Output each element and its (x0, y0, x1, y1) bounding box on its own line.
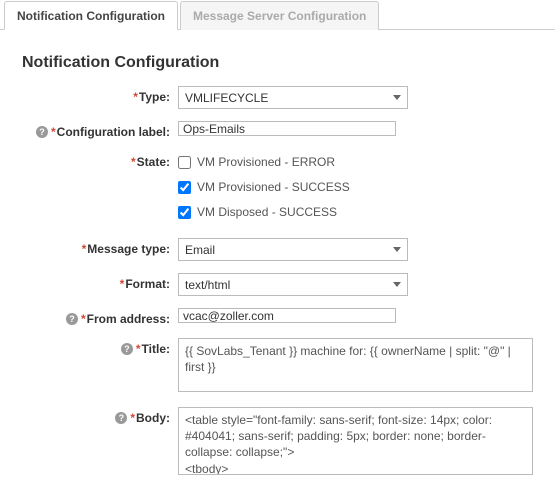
help-icon[interactable]: ? (121, 343, 133, 355)
section-title: Notification Configuration (22, 54, 533, 72)
label-state: *State: (22, 151, 178, 169)
body-textarea[interactable] (178, 407, 533, 475)
tab-bar: Notification Configuration Message Serve… (0, 0, 555, 30)
from-address-input[interactable] (178, 308, 396, 323)
title-textarea[interactable] (178, 338, 533, 392)
label-body: ?*Body: (22, 407, 178, 425)
state-option-label: VM Provisioned - ERROR (197, 155, 335, 169)
tab-message-server-configuration[interactable]: Message Server Configuration (180, 1, 379, 30)
state-checkbox-vm-provisioned-success[interactable] (178, 181, 191, 194)
type-select[interactable]: VMLIFECYCLE (178, 86, 408, 109)
label-format: *Format: (22, 273, 178, 291)
tab-notification-configuration[interactable]: Notification Configuration (4, 1, 178, 30)
state-options: VM Provisioned - ERROR VM Provisioned - … (178, 151, 533, 226)
format-select[interactable]: text/html (178, 273, 408, 296)
label-title: ?*Title: (22, 338, 178, 356)
form-panel: Notification Configuration *Type: VMLIFE… (0, 30, 555, 500)
state-option-label: VM Disposed - SUCCESS (197, 205, 337, 219)
label-config-label: ?*Configuration label: (22, 121, 178, 139)
state-checkbox-vm-disposed-success[interactable] (178, 206, 191, 219)
label-from-address: ?*From address: (22, 308, 178, 326)
config-label-input[interactable] (178, 121, 396, 136)
label-message-type: *Message type: (22, 238, 178, 256)
state-checkbox-vm-provisioned-error[interactable] (178, 156, 191, 169)
message-type-select[interactable]: Email (178, 238, 408, 261)
help-icon[interactable]: ? (66, 313, 78, 325)
help-icon[interactable]: ? (115, 412, 127, 424)
state-option-label: VM Provisioned - SUCCESS (197, 180, 350, 194)
help-icon[interactable]: ? (36, 126, 48, 138)
label-type: *Type: (22, 86, 178, 104)
